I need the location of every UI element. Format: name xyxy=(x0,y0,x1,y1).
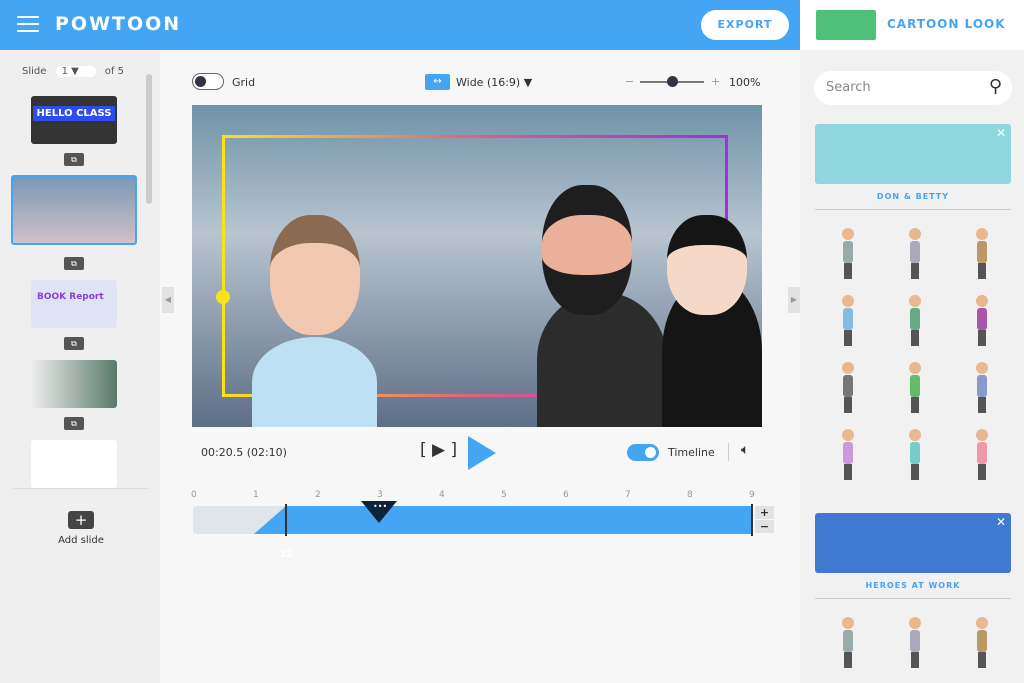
path-dot xyxy=(216,290,230,304)
timeline-tick: 1 xyxy=(253,490,259,500)
zoom-level: 100% xyxy=(729,76,761,89)
scene-duration-bar[interactable] xyxy=(254,506,753,534)
set-banner-don-betty[interactable]: ✕ xyxy=(815,124,1011,184)
character-item[interactable] xyxy=(842,362,854,414)
character-item[interactable] xyxy=(909,617,921,669)
zoom-out-icon[interactable]: − xyxy=(625,75,634,88)
duplicate-slide-icon[interactable]: ⧉ xyxy=(64,337,84,350)
duplicate-slide-icon[interactable]: ⧉ xyxy=(64,153,84,166)
character-item[interactable] xyxy=(976,617,988,669)
timeline-zoom-in-button[interactable]: + xyxy=(755,506,774,519)
add-slide-label: Add slide xyxy=(58,535,104,546)
library-header: CARTOON LOOK xyxy=(800,0,1024,50)
slide-thumb-2[interactable] xyxy=(11,175,137,245)
collapse-left-handle[interactable]: ◀ xyxy=(162,287,174,313)
search-icon[interactable]: ⚲ xyxy=(989,76,1002,97)
duplicate-slide-icon[interactable]: ⧉ xyxy=(64,417,84,430)
character-woman-blue[interactable] xyxy=(252,337,377,427)
thumb-title: HELLO CLASS xyxy=(32,106,116,121)
end-handle[interactable] xyxy=(751,504,753,536)
character-head xyxy=(667,215,747,315)
grid-toggle[interactable] xyxy=(192,73,224,90)
close-icon[interactable]: ✕ xyxy=(996,515,1006,529)
slide-thumb-3[interactable]: BOOK Report xyxy=(31,280,117,328)
slide-dropdown[interactable]: 1 ▼ xyxy=(55,66,96,77)
scrollbar[interactable] xyxy=(146,74,152,204)
timeline-tick: 7 xyxy=(625,490,631,500)
search-placeholder: Search xyxy=(826,80,871,95)
character-item[interactable] xyxy=(976,362,988,414)
cartoon-look-thumb[interactable] xyxy=(816,10,876,40)
volume-icon[interactable]: 🔈︎ xyxy=(741,442,749,458)
timeline-label: Timeline xyxy=(668,446,715,459)
hamburger-menu-icon[interactable] xyxy=(17,16,39,32)
character-item[interactable] xyxy=(976,429,988,481)
zoom-in-icon[interactable]: + xyxy=(711,75,720,88)
timeline-tick: 4 xyxy=(439,490,445,500)
start-handle[interactable] xyxy=(285,504,287,536)
close-icon[interactable]: ✕ xyxy=(996,126,1006,140)
timeline-zoom-out-button[interactable]: − xyxy=(755,520,774,533)
character-item[interactable] xyxy=(842,617,854,669)
slide-thumb-4[interactable] xyxy=(31,360,117,408)
duplicate-slide-icon[interactable]: ⧉ xyxy=(64,257,84,270)
aspect-dropdown[interactable]: Wide (16:9) ▼ xyxy=(456,76,532,89)
collapse-right-handle[interactable]: ▶ xyxy=(788,287,800,313)
marker-label: 12 xyxy=(280,550,293,560)
plus-icon: + xyxy=(68,511,94,529)
aspect-icon[interactable]: ↔ xyxy=(425,74,450,90)
play-button[interactable] xyxy=(468,436,496,470)
logo: POWTOON xyxy=(55,13,182,35)
set-banner-heroes[interactable]: ✕ xyxy=(815,513,1011,573)
aspect-label: Wide (16:9) xyxy=(456,76,521,89)
character-item[interactable] xyxy=(909,429,921,481)
slides-panel: Slide 1 ▼ of 5 HELLO CLASS ⧉ ⧉ BOOK Repo… xyxy=(0,50,160,683)
character-item[interactable] xyxy=(909,295,921,347)
character-item[interactable] xyxy=(842,228,854,280)
slide-thumb-5[interactable] xyxy=(31,440,117,488)
top-bar: POWTOON EXPORT xyxy=(0,0,800,50)
search-input[interactable]: Search ⚲ xyxy=(814,71,1012,105)
playhead[interactable]: ••• xyxy=(361,501,397,523)
timeline-toggle[interactable] xyxy=(627,444,659,461)
library-panel: CARTOON LOOK Search ⚲ ✕ DON & BETTY ✕ HER… xyxy=(800,0,1024,683)
play-scene-button[interactable]: [ ▶ ] xyxy=(420,440,457,460)
set-name: DON & BETTY xyxy=(815,192,1011,210)
grid-label: Grid xyxy=(232,76,256,89)
character-item[interactable] xyxy=(909,362,921,414)
library-title[interactable]: CARTOON LOOK xyxy=(887,17,1006,31)
slide-number: 1 xyxy=(61,66,68,77)
character-head xyxy=(542,185,632,315)
character-item[interactable] xyxy=(976,228,988,280)
divider xyxy=(728,443,729,461)
playback-time: 00:20.5 (02:10) xyxy=(201,446,287,459)
timeline-tick: 0 xyxy=(191,490,197,500)
stage-canvas[interactable] xyxy=(192,105,762,427)
timeline-tick: 3 xyxy=(377,490,383,500)
character-item[interactable] xyxy=(976,295,988,347)
slide-selector: Slide 1 ▼ of 5 xyxy=(22,66,124,77)
set-name: HEROES AT WORK xyxy=(815,581,1011,599)
slide-count: of 5 xyxy=(104,66,124,77)
zoom-slider[interactable] xyxy=(640,76,704,87)
timeline-tick: 8 xyxy=(687,490,693,500)
slide-thumb-1[interactable]: HELLO CLASS xyxy=(31,96,117,144)
timeline-tick: 9 xyxy=(749,490,755,500)
timeline-tick: 2 xyxy=(315,490,321,500)
slide-label: Slide xyxy=(22,66,47,77)
character-item[interactable] xyxy=(842,295,854,347)
timeline-tick: 6 xyxy=(563,490,569,500)
add-slide-button[interactable]: + Add slide xyxy=(13,488,149,546)
character-item[interactable] xyxy=(842,429,854,481)
export-button[interactable]: EXPORT xyxy=(701,10,789,40)
timeline-tick: 5 xyxy=(501,490,507,500)
character-head xyxy=(270,215,360,335)
character-item[interactable] xyxy=(909,228,921,280)
